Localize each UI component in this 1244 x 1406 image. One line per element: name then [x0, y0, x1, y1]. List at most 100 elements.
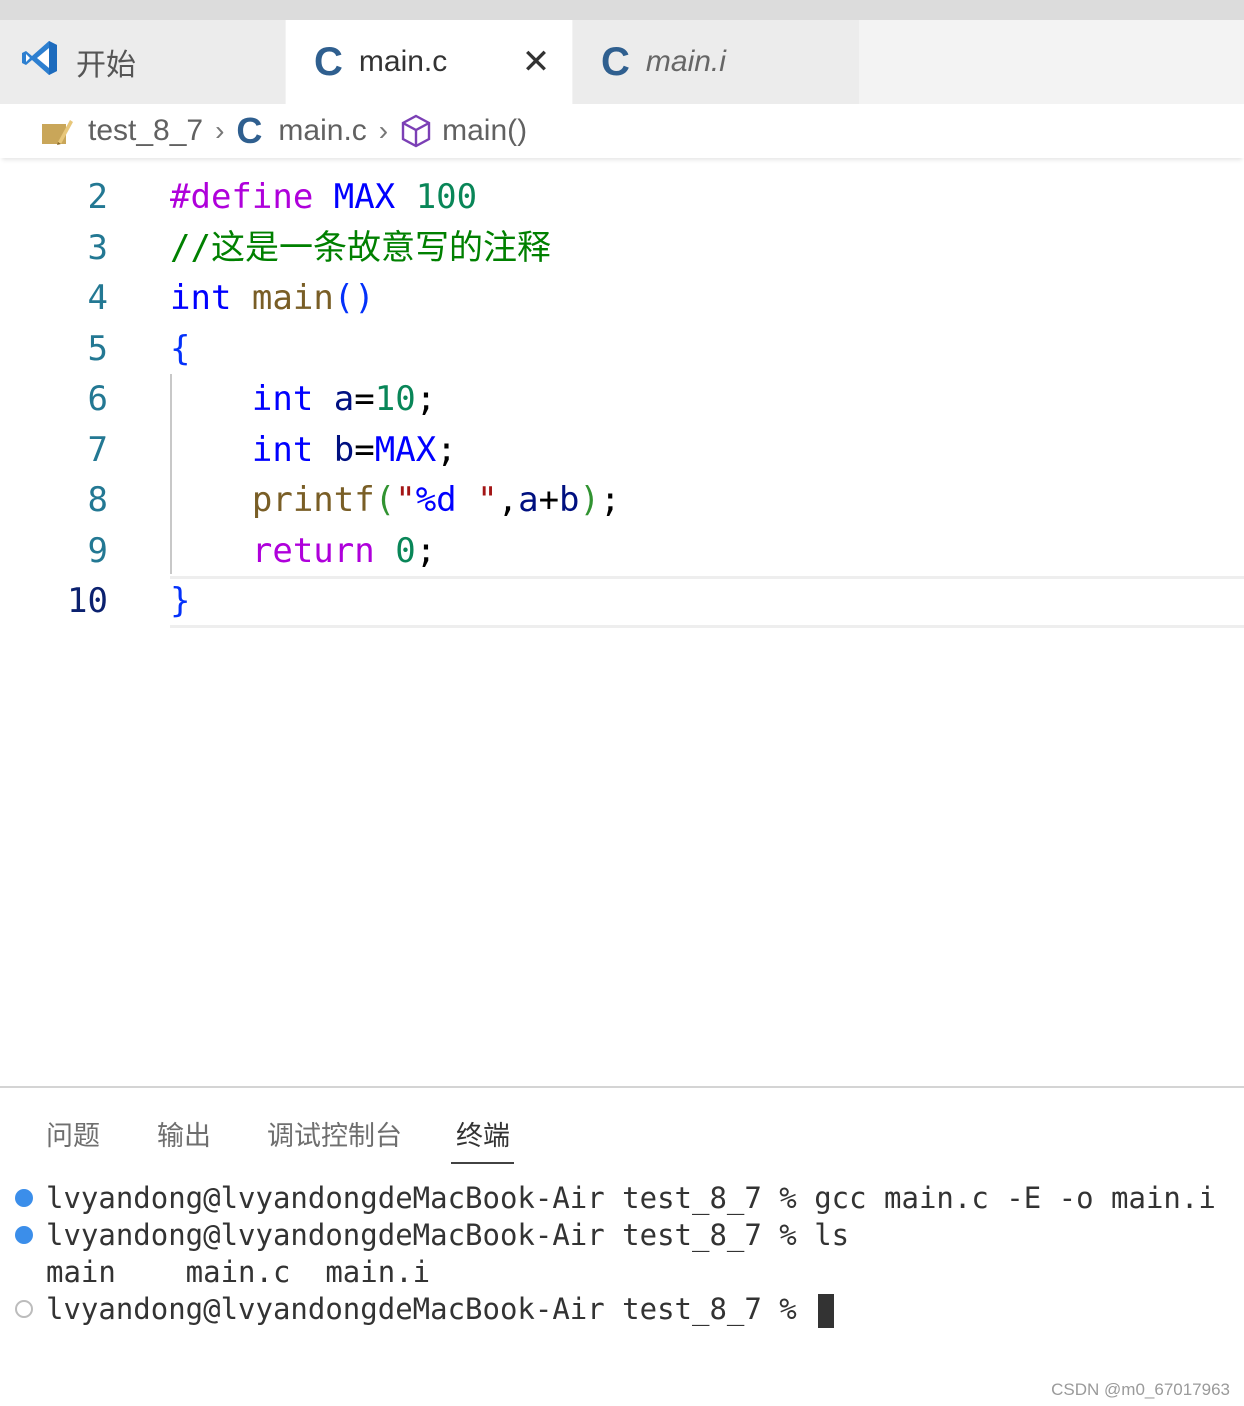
code-text: printf("%d ",a+b); [170, 475, 621, 525]
code-token: ) [579, 480, 601, 520]
active-tab-indicator [451, 1162, 514, 1164]
bottom-panel: 问题 输出 调试控制台 终端 lvyandong@lvyandongdeMacB… [0, 1086, 1244, 1406]
cube-icon [400, 114, 432, 148]
panel-tab-problems[interactable]: 问题 [46, 1116, 100, 1162]
chevron-right-icon: › [215, 115, 225, 146]
tab-main-c[interactable]: C main.c ✕ [286, 20, 572, 104]
close-icon[interactable]: ✕ [518, 43, 554, 81]
code-line[interactable]: 7 int b=MAX; [0, 425, 1244, 475]
terminal-line: lvyandong@lvyandongdeMacBook-Air test_8_… [46, 1181, 1216, 1215]
code-token: = [354, 379, 375, 419]
code-token: ( [374, 480, 396, 520]
code-token: " [456, 480, 498, 520]
breadcrumb-symbol[interactable]: main() [442, 114, 527, 148]
code-editor[interactable]: 2 #define MAX 100 3//这是一条故意写的注释 4 int main()… [0, 160, 1244, 1086]
code-token: ; [436, 429, 457, 470]
breadcrumb-file[interactable]: main.c [278, 114, 366, 148]
code-line[interactable]: 2 #define MAX 100 [0, 172, 1244, 222]
terminal-prompt-line: lvyandong@lvyandongdeMacBook-Air test_8_… [46, 1291, 835, 1328]
command-status-dot [15, 1226, 33, 1244]
editor-tab-bar: 开始 C main.c ✕ C main.i [0, 20, 1244, 104]
code-text: return 0; [170, 526, 436, 576]
code-line[interactable]: 3 //这是一条故意写的注释 [0, 223, 1244, 273]
code-text: int a=10; [170, 374, 436, 424]
code-line[interactable]: 6 int a=10; [0, 374, 1244, 424]
chevron-right-icon: › [378, 115, 389, 146]
line-number: 7 [87, 429, 108, 470]
code-token: ; [415, 379, 437, 419]
terminal-cursor [818, 1294, 835, 1328]
line-number: 6 [87, 379, 108, 419]
code-token: () [333, 278, 375, 318]
code-token: return [251, 530, 375, 571]
code-token: int [251, 379, 314, 419]
code-token: + [538, 480, 560, 520]
code-line[interactable]: 10} [0, 576, 1244, 626]
code-token: int [170, 278, 232, 318]
code-token: ; [600, 480, 621, 520]
code-token: //这是一条故意写的注释 [170, 227, 551, 268]
line-number: 2 [87, 177, 108, 217]
tab-start[interactable]: 开始 [0, 20, 285, 104]
tab-label: 开始 [76, 49, 136, 82]
code-token: 10 [374, 379, 416, 419]
terminal-line: main main.c main.i [46, 1255, 431, 1289]
code-line[interactable]: 8 printf("%d ",a+b); [0, 475, 1244, 525]
code-text: { [170, 324, 190, 374]
watermark: CSDN @m0_67017963 [1051, 1380, 1230, 1399]
code-token: b [333, 429, 355, 470]
c-file-icon: C [314, 40, 343, 84]
code-token: main [251, 278, 334, 318]
code-text: #define MAX 100 [170, 172, 477, 222]
tab-main-i[interactable]: C main.i [573, 20, 859, 104]
code-line[interactable]: 5{ [0, 324, 1244, 374]
code-token: int [251, 429, 314, 470]
code-token: } [170, 581, 191, 621]
code-token: %d [415, 480, 457, 520]
folder-icon [40, 116, 74, 146]
c-file-icon: C [601, 40, 630, 84]
code-token: MAX [333, 177, 396, 217]
panel-tab-output[interactable]: 输出 [157, 1116, 211, 1162]
command-status-dot [15, 1189, 33, 1207]
code-token: ; [415, 530, 437, 571]
code-line[interactable]: 4 int main() [0, 273, 1244, 323]
breadcrumb: test_8_7 › C main.c › main() [0, 104, 1244, 158]
code-text: int main() [170, 273, 375, 323]
line-number: 4 [87, 278, 108, 318]
code-token: a [518, 480, 539, 520]
code-token: MAX [374, 429, 437, 470]
vscode-logo-icon [20, 38, 60, 86]
code-text: } [170, 576, 190, 626]
line-number: 10 [67, 581, 108, 621]
window-title-bar [0, 0, 1244, 20]
code-text: //这是一条故意写的注释 [170, 223, 551, 273]
code-token: printf [251, 480, 375, 520]
tab-label: main.i [645, 45, 726, 78]
code-line[interactable]: 9 return 0; [0, 526, 1244, 576]
breadcrumb-folder[interactable]: test_8_7 [88, 114, 203, 148]
command-status-dot [15, 1300, 33, 1318]
code-token: b [559, 480, 580, 520]
code-token: 0 [395, 530, 416, 571]
code-token: 100 [415, 177, 478, 217]
line-number: 5 [87, 328, 108, 369]
code-token: { [170, 328, 191, 369]
panel-tab-terminal[interactable]: 终端 [456, 1116, 510, 1162]
panel-tab-debug-console[interactable]: 调试控制台 [267, 1116, 402, 1162]
code-token: " [395, 480, 416, 520]
terminal-prompt: lvyandong@lvyandongdeMacBook-Air test_8_… [46, 1292, 815, 1326]
line-number: 3 [87, 227, 108, 268]
code-token: = [354, 429, 375, 470]
line-number: 8 [87, 480, 108, 520]
c-file-icon: C [236, 110, 263, 151]
code-text: int b=MAX; [170, 425, 457, 475]
